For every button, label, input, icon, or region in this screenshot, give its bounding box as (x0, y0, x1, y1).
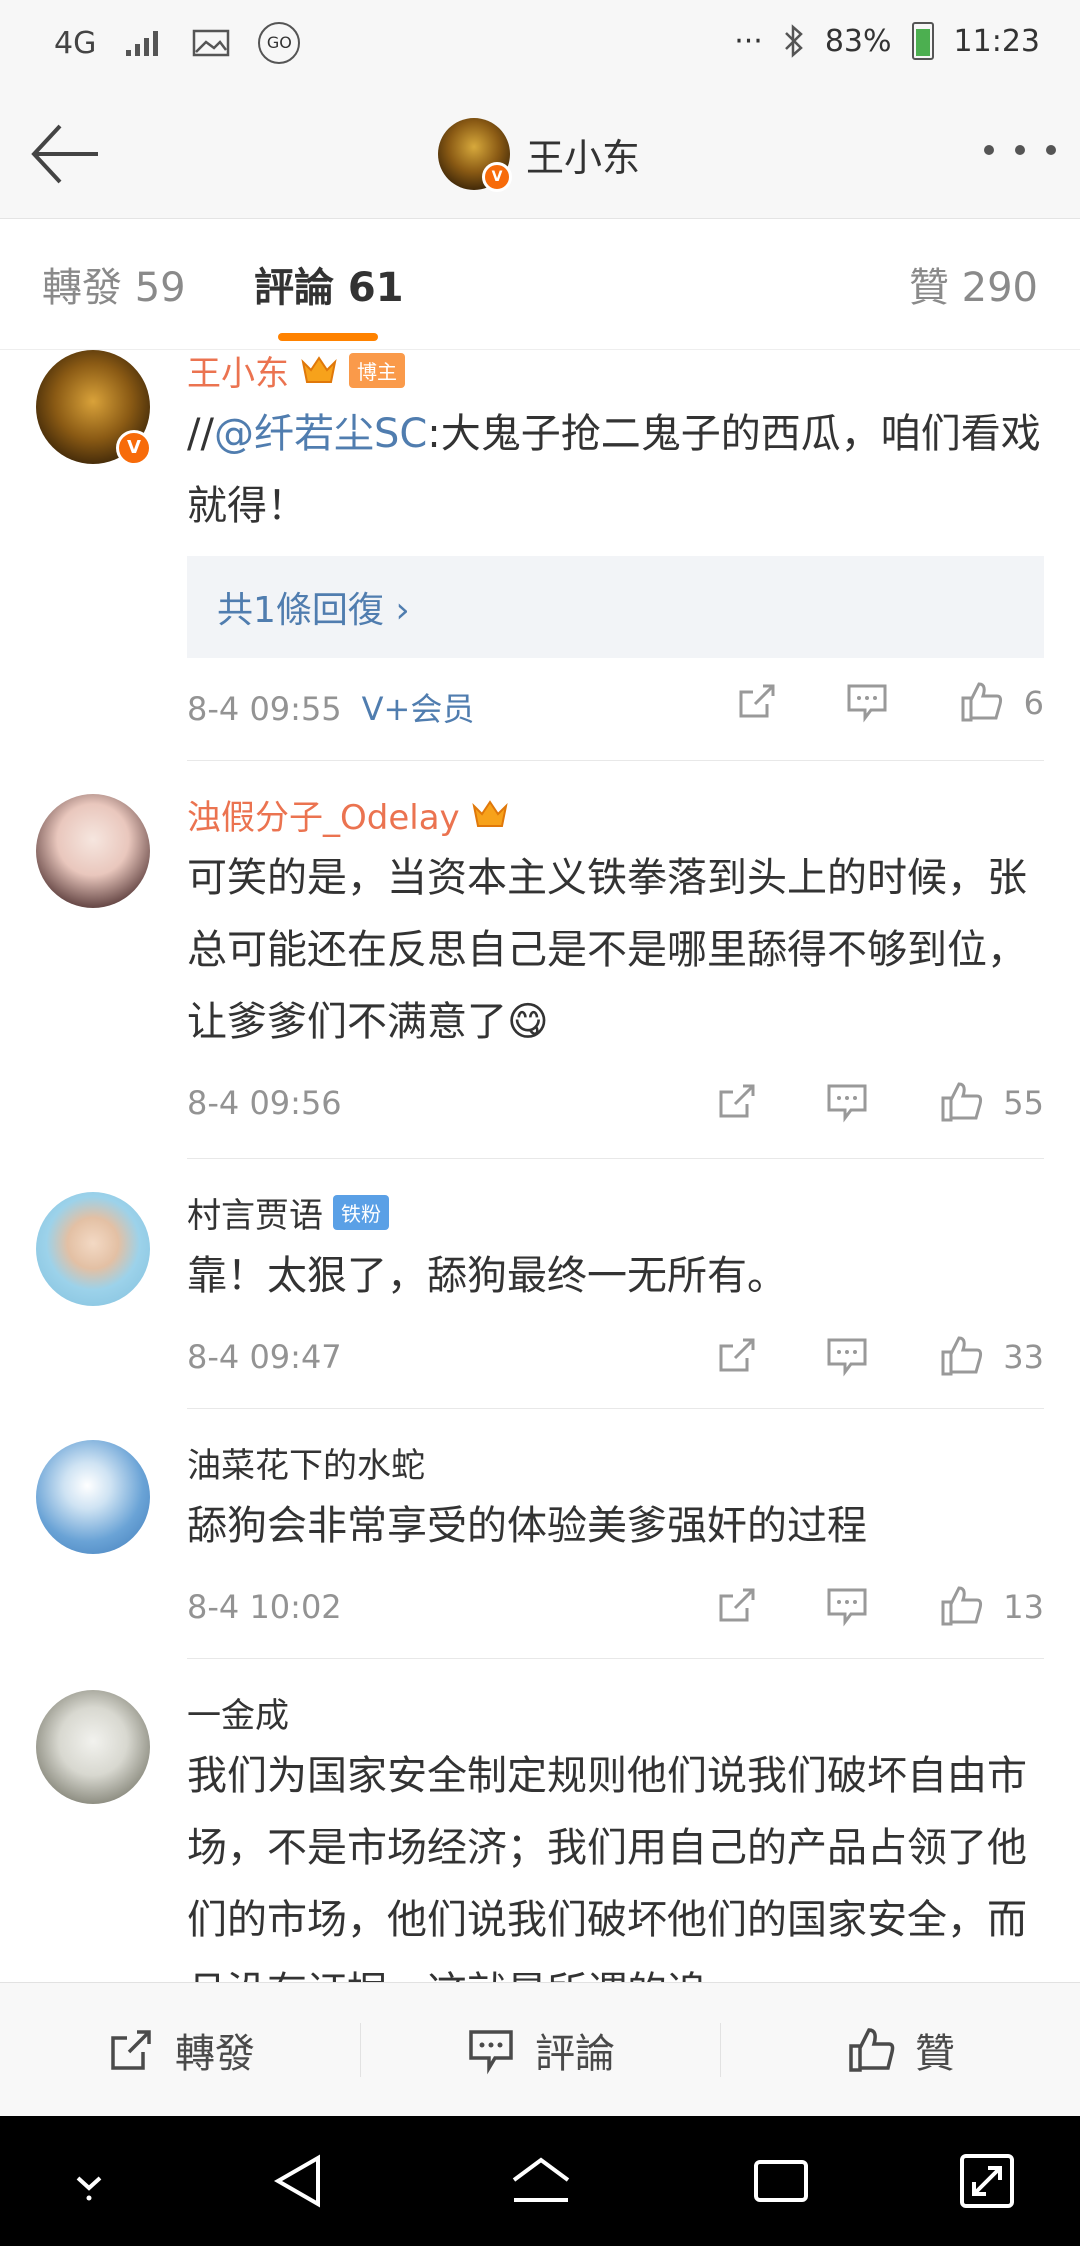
comment-author[interactable]: 村言贾语 (187, 1188, 323, 1237)
battery-percent: 83% (824, 23, 892, 59)
comment-author[interactable]: 王小东 (187, 346, 289, 395)
like-count: 6 (1023, 684, 1044, 722)
comment-text: 我们为国家安全制定规则他们说我们破坏自由市场，不是市场经济；我们用自己的产品占领… (187, 1753, 1027, 1982)
author-badge: 博主 (349, 352, 405, 388)
share-icon[interactable] (713, 1078, 761, 1126)
reply-icon[interactable] (843, 678, 891, 726)
network-type: 4G (54, 25, 97, 61)
comment-time: 8-4 10:02 (187, 1588, 342, 1626)
replies-link[interactable]: 共1條回復 › (187, 556, 1044, 658)
verified-badge: V (482, 162, 512, 192)
clock: 11:23 (953, 23, 1040, 59)
divider (187, 1158, 1044, 1159)
more-status-dots: ··· (734, 23, 763, 59)
comment-footer: 8-4 09:55 V+会员 6 (187, 674, 1044, 734)
reply-icon[interactable] (823, 1582, 871, 1630)
tab-reposts[interactable]: 轉發 59 (42, 255, 186, 313)
comment-author[interactable]: 油菜花下的水蛇 (187, 1438, 425, 1487)
repost-button[interactable]: 轉發 (0, 1983, 360, 2117)
tab-bar: 轉發 59 評論 61 贊 290 (0, 219, 1080, 350)
go-icon: GO (258, 22, 301, 64)
comment-author[interactable]: 一金成 (187, 1688, 289, 1737)
comment-text: 舔狗会非常享受的体验美爹强奸的过程 (187, 1503, 867, 1549)
reply-icon[interactable] (823, 1078, 871, 1126)
nav-back-icon[interactable] (266, 2146, 336, 2216)
emoji: 😋 (507, 999, 549, 1045)
like-icon (849, 2028, 895, 2072)
tab-likes[interactable]: 贊 290 (909, 255, 1038, 313)
comment-text: 靠！太狠了，舔狗最终一无所有。 (187, 1253, 787, 1299)
comment-footer: 8-4 09:56 55 (187, 1074, 1044, 1134)
repost-icon (111, 2030, 151, 2070)
repost-label: 轉發 (175, 2031, 255, 2077)
comment-author[interactable]: 浊假分子_Odelay (187, 790, 460, 839)
top-nav-bar: V 王小东 (0, 90, 1080, 219)
like-button[interactable]: 贊 (720, 1983, 1080, 2117)
divider (187, 760, 1044, 761)
page-title: 王小东 (526, 135, 641, 180)
like-icon[interactable] (937, 1582, 985, 1630)
share-icon[interactable] (713, 1582, 761, 1630)
gallery-icon (193, 29, 230, 57)
signal-icon (126, 31, 159, 56)
comment-text: 可笑的是，当资本主义铁拳落到头上的时候，张总可能还在反思自己是不是哪里舔得不够到… (187, 842, 1044, 1058)
like-count: 33 (1003, 1338, 1044, 1376)
status-bar: 4G GO ··· 83% 11:23 (0, 0, 1080, 90)
mention-link[interactable]: @纤若尘SC (214, 411, 427, 457)
comment-item: 一金成 我们为国家安全制定规则他们说我们破坏自由市场，不是市场经济；我们用自己的… (0, 1688, 1080, 1982)
nav-recents-icon[interactable] (746, 2146, 816, 2216)
like-icon[interactable] (957, 678, 1005, 726)
avatar[interactable] (36, 1192, 150, 1306)
battery-icon (911, 22, 934, 60)
text-prefix: // (187, 411, 214, 457)
vip-label[interactable]: V+会员 (362, 690, 475, 728)
comment-button[interactable]: 評論 (360, 1983, 720, 2117)
divider (187, 1658, 1044, 1659)
comment-label: 評論 (535, 2031, 615, 2077)
divider (187, 1408, 1044, 1409)
avatar[interactable] (36, 794, 150, 908)
comment-time: 8-4 09:47 (187, 1338, 342, 1376)
nav-rotate-icon[interactable] (952, 2146, 1022, 2216)
verified-badge: V (116, 430, 152, 466)
profile-header[interactable]: V 王小东 (438, 118, 641, 192)
like-icon[interactable] (937, 1078, 985, 1126)
comment-icon (469, 2030, 513, 2075)
back-arrow-icon[interactable] (28, 120, 102, 188)
bottom-action-bar: 轉發 評論 贊 (0, 1982, 1080, 2117)
replies-count: 共1條回復 › (217, 590, 410, 631)
avatar[interactable] (36, 1440, 150, 1554)
comment-text-body: 可笑的是，当资本主义铁拳落到头上的时候，张总可能还在反思自己是不是哪里舔得不够到… (187, 855, 1027, 1045)
avatar[interactable]: V (438, 118, 512, 192)
comment-footer: 8-4 09:47 33 (187, 1328, 1044, 1388)
bluetooth-icon (784, 24, 803, 58)
comment-text: //@纤若尘SC:大鬼子抢二鬼子的西瓜，咱们看戏就得！ (187, 398, 1044, 542)
hide-keyboard-icon[interactable] (54, 2146, 124, 2216)
share-icon[interactable] (733, 678, 781, 726)
like-count: 13 (1003, 1588, 1044, 1626)
nav-home-icon[interactable] (506, 2146, 576, 2216)
like-label: 贊 (915, 2031, 955, 2077)
reply-icon[interactable] (823, 1332, 871, 1380)
like-icon[interactable] (937, 1332, 985, 1380)
share-icon[interactable] (713, 1332, 761, 1380)
avatar[interactable] (36, 1690, 150, 1804)
crown-icon (472, 800, 508, 827)
more-options-icon[interactable] (984, 130, 1056, 170)
active-tab-indicator (278, 333, 378, 341)
comment-time: 8-4 09:55 (187, 690, 342, 728)
fan-badge: 铁粉 (333, 1194, 389, 1230)
comment-footer: 8-4 10:02 13 (187, 1578, 1044, 1638)
comment-time: 8-4 09:56 (187, 1084, 342, 1122)
tab-comments[interactable]: 評論 61 (254, 255, 404, 313)
avatar[interactable]: V (36, 350, 152, 466)
crown-icon (301, 356, 337, 383)
like-count: 55 (1003, 1084, 1044, 1122)
system-nav-bar (0, 2116, 1080, 2246)
